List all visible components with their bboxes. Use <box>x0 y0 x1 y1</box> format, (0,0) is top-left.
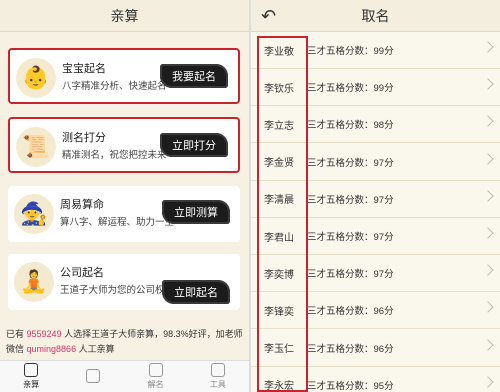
page-title: 取名 <box>361 7 390 24</box>
name-row[interactable]: 李立志 三才五格分数：98分 <box>251 106 500 144</box>
name-score: 三才五格分数：97分 <box>307 157 394 169</box>
footer-prefix: 已有 <box>6 329 25 339</box>
candidate-name: 李立志 <box>264 120 294 132</box>
scholar-icon: 📜 <box>16 127 56 167</box>
card-desc: 精准测名，祝您把控未来 <box>62 150 167 161</box>
scoring-button[interactable]: 立即打分 <box>160 133 228 157</box>
candidate-name: 李业敬 <box>264 46 294 58</box>
user-count: 9559249 <box>26 329 62 339</box>
candidate-name: 李钦乐 <box>264 83 294 95</box>
candidate-name: 李奕博 <box>264 269 294 281</box>
tab-label: 亲算 <box>23 380 40 389</box>
name-score: 三才五格分数：95分 <box>307 380 394 392</box>
wechat-label: 微信 <box>6 344 25 354</box>
name-row[interactable]: 李玉仁 三才五格分数：96分 <box>251 330 500 367</box>
candidate-name: 李永宏 <box>264 381 294 392</box>
person-icon <box>86 368 101 383</box>
card-desc: 八字精准分析、快速起名 <box>62 81 167 92</box>
candidate-name: 李锋奕 <box>264 306 294 318</box>
candidate-name: 李玉仁 <box>264 344 294 356</box>
back-arrow-icon[interactable]: ↶ <box>261 6 276 27</box>
name-score: 三才五格分数：99分 <box>307 46 394 57</box>
name-row[interactable]: 李永宏 三才五格分数：95分 <box>251 367 500 392</box>
sage-icon: 🧙 <box>14 194 54 234</box>
chevron-right-icon <box>482 78 494 90</box>
tab-2[interactable] <box>62 361 124 392</box>
chevron-right-icon <box>482 115 494 128</box>
company-naming-button[interactable]: 立即起名 <box>162 280 230 304</box>
list-icon <box>148 363 163 377</box>
name-score: 三才五格分数：97分 <box>307 269 394 281</box>
card-company-naming[interactable]: 🧘 公司起名 王道子大师为您的公司权威起名 立即起名 <box>8 254 240 310</box>
left-header: 亲算 <box>0 0 249 32</box>
candidate-name: 李金贤 <box>264 158 294 170</box>
footer-suffix2: 人工亲算 <box>78 344 115 354</box>
name-row[interactable]: 李奕博 三才五格分数：97分 <box>251 255 500 293</box>
chevron-right-icon <box>482 376 494 388</box>
name-score: 三才五格分数：99分 <box>307 83 394 95</box>
card-title: 宝宝起名 <box>62 63 106 75</box>
naming-button[interactable]: 我要起名 <box>160 64 228 88</box>
tab-tools[interactable]: 工具 <box>187 361 249 392</box>
tab-label: 解名 <box>147 380 164 389</box>
card-name-scoring[interactable]: 📜 测名打分 精准测名，祝您把控未来 立即打分 <box>8 117 240 173</box>
tools-icon <box>210 363 225 377</box>
chevron-right-icon <box>482 301 494 314</box>
card-title: 公司起名 <box>60 267 104 279</box>
name-row[interactable]: 李业敬 三才五格分数：99分 <box>251 32 500 69</box>
name-row[interactable]: 李锋奕 三才五格分数：96分 <box>251 292 500 330</box>
baby-icon: 👶 <box>16 58 56 98</box>
chevron-right-icon <box>482 152 494 165</box>
name-score: 三才五格分数：97分 <box>307 194 394 206</box>
fortune-button[interactable]: 立即测算 <box>162 200 230 224</box>
right-header: ↶ 取名 <box>251 0 500 32</box>
footer-text: 已有 9559249 人选择王道子大师亲算，98.3%好评，加老师 微信 qum… <box>6 327 246 357</box>
name-row[interactable]: 李金贤 三才五格分数：97分 <box>251 144 500 181</box>
candidate-name: 李清晨 <box>264 195 294 207</box>
name-score: 三才五格分数：98分 <box>307 120 394 132</box>
page-title: 亲算 <box>110 7 139 24</box>
name-row[interactable]: 李清晨 三才五格分数：97分 <box>251 181 500 218</box>
right-panel: ↶ 取名 李业敬 三才五格分数：99分 李钦乐 三才五格分数：99分 李立志 三才五格分数… <box>251 0 500 392</box>
card-title: 周易算命 <box>60 199 104 211</box>
tab-qinsuan[interactable]: 亲算 <box>0 361 62 392</box>
name-score: 三才五格分数：97分 <box>307 232 394 243</box>
home-icon <box>24 363 39 377</box>
chevron-right-icon <box>482 190 494 202</box>
chevron-right-icon <box>482 227 494 239</box>
tab-jieming[interactable]: 解名 <box>125 361 187 392</box>
chevron-right-icon <box>482 338 494 351</box>
name-score: 三才五格分数：96分 <box>307 343 394 355</box>
name-row[interactable]: 李钦乐 三才五格分数：99分 <box>251 69 500 107</box>
card-baby-naming[interactable]: 👶 宝宝起名 八字精准分析、快速起名 我要起名 <box>8 48 240 104</box>
card-title: 测名打分 <box>62 132 106 144</box>
name-row[interactable]: 李君山 三才五格分数：97分 <box>251 218 500 255</box>
candidate-name: 李君山 <box>264 232 294 244</box>
footer-suffix: 人选择王道子大师亲算，98.3%好评，加老师 <box>64 329 243 339</box>
chevron-right-icon <box>482 41 494 53</box>
tab-label: 工具 <box>209 380 226 389</box>
tab-bar: 亲算 解名 工具 <box>0 360 249 392</box>
left-panel: 亲算 👶 宝宝起名 八字精准分析、快速起名 我要起名 📜 测名打分 精准测名，祝… <box>0 0 249 392</box>
card-desc: 算八字、解运程、助力一生 <box>60 217 175 228</box>
wechat-id[interactable]: quming8866 <box>27 344 77 354</box>
master-icon: 🧘 <box>14 262 54 302</box>
chevron-right-icon <box>482 264 494 276</box>
name-score: 三才五格分数：96分 <box>307 306 394 318</box>
card-zhouyi[interactable]: 🧙 周易算命 算八字、解运程、助力一生 立即测算 <box>8 186 240 242</box>
